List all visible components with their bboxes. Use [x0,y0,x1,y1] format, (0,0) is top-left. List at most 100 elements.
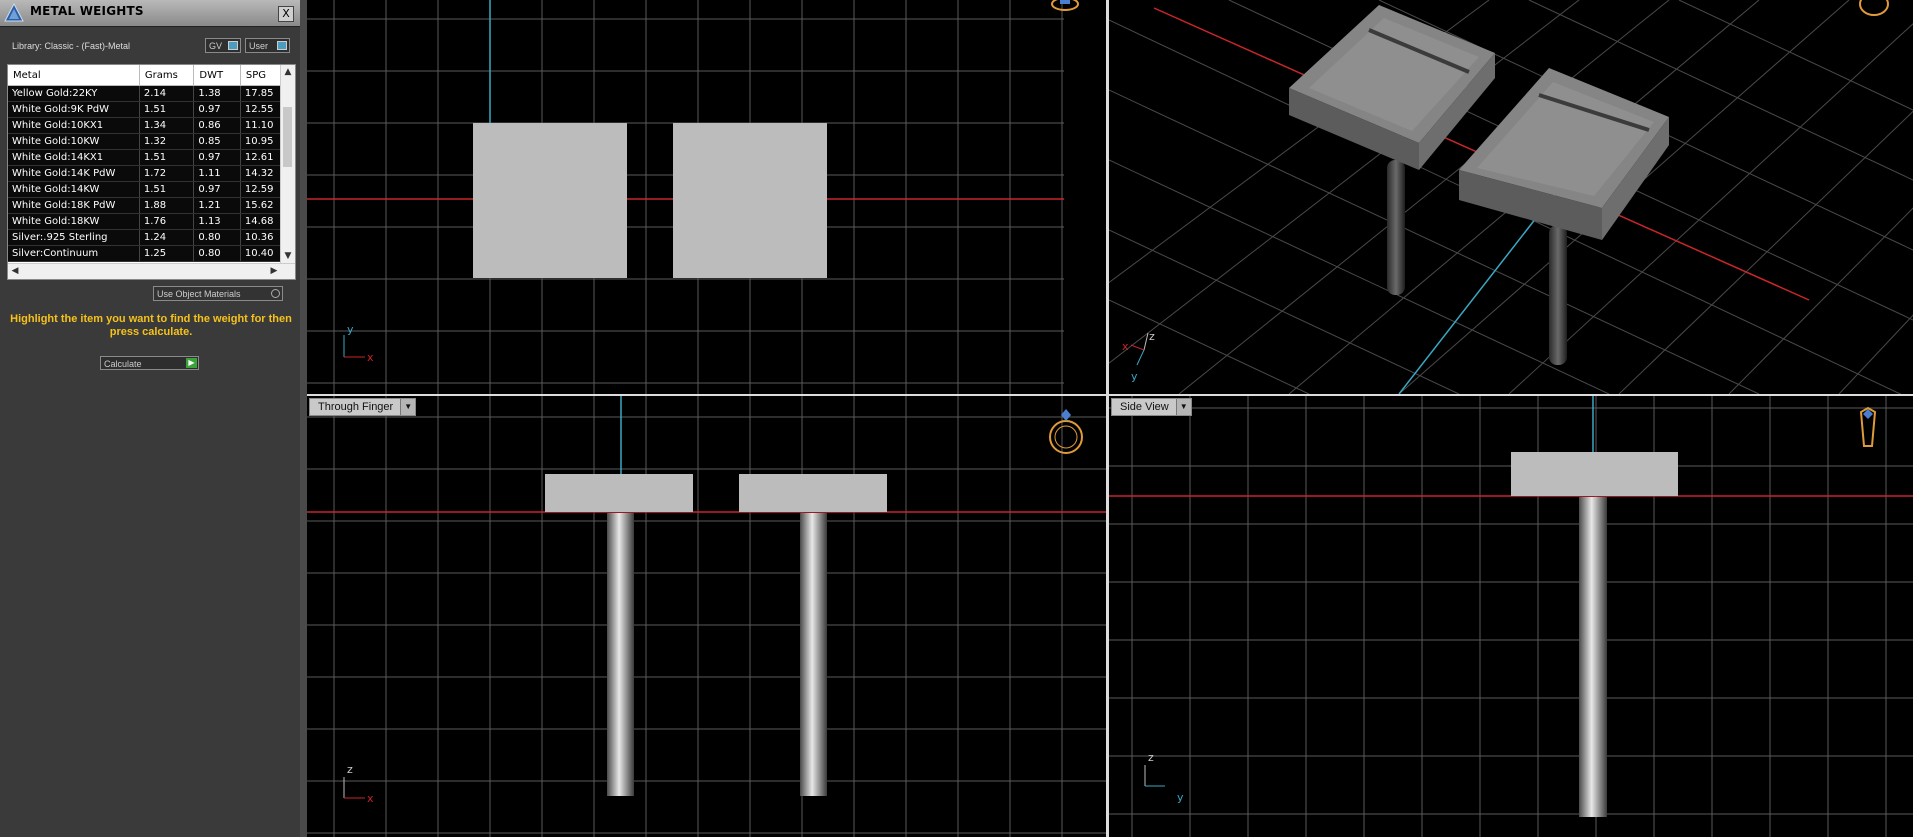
cell-dwt: 0.97 [193,101,241,118]
scroll-down-icon[interactable]: ▼ [281,249,295,263]
gv-label: GV [209,41,223,51]
cell-dwt: 1.11 [193,165,241,182]
viewport-perspective[interactable]: z x y [1109,0,1913,394]
scroll-up-icon[interactable]: ▲ [281,65,295,79]
view-selector-front[interactable]: Through Finger ▼ [309,398,417,416]
ring-orientation-icon[interactable] [1049,409,1083,454]
cell-dwt: 1.21 [193,197,241,214]
panel-separator[interactable] [300,0,307,837]
cell-grams: 1.88 [139,197,195,214]
axis-y-label: y [1131,370,1138,383]
column-header-dwt[interactable]: DWT [193,65,241,86]
play-icon: ▶ [186,358,197,368]
plate-left-3d[interactable] [1289,5,1495,170]
horizontal-scrollbar[interactable]: ◀ ▶ [8,263,295,279]
table-row[interactable]: White Gold:10KX1 1.34 0.86 11.10 [8,117,295,134]
plate-left[interactable] [545,474,693,512]
cell-metal: White Gold:14KW [8,181,140,198]
axis-x-label: x [1122,340,1129,353]
use-object-materials-option[interactable]: Use Object Materials [153,286,283,301]
column-header-metal[interactable]: Metal [8,65,140,86]
scroll-thumb[interactable] [283,107,292,167]
plate-right[interactable] [739,474,887,512]
gv-checkbox[interactable] [228,41,238,50]
table-row[interactable]: Silver:Continuum 1.25 0.80 10.40 [8,245,295,262]
user-toggle[interactable]: User [245,38,290,53]
front-view-canvas: z x [307,396,1106,837]
cell-metal: White Gold:10KW [8,133,140,150]
column-header-grams[interactable]: Grams [139,65,195,86]
axis-triad: z x y [1122,330,1155,383]
view-selector-side-label: Side View [1120,401,1169,413]
post[interactable] [1579,497,1607,817]
post-right[interactable] [1549,225,1567,365]
user-checkbox[interactable] [277,41,287,50]
axis-x-label: x [367,792,374,805]
table-row[interactable]: White Gold:10KW 1.32 0.85 10.95 [8,133,295,150]
cell-grams: 1.25 [139,245,195,262]
view-selector-side[interactable]: Side View ▼ [1111,398,1192,416]
table-row[interactable]: White Gold:18K PdW 1.88 1.21 15.62 [8,197,295,214]
cell-metal: White Gold:14KX1 [8,149,140,166]
plate[interactable] [1511,452,1678,496]
dropdown-arrow-icon[interactable]: ▼ [400,399,416,415]
cell-grams: 1.32 [139,133,195,150]
scroll-right-icon[interactable]: ▶ [267,264,281,279]
axis-triad: z y [1144,751,1184,804]
cell-metal: White Gold:9K PdW [8,101,140,118]
calculate-button[interactable]: Calculate ▶ [100,356,199,370]
table-row[interactable]: White Gold:14KX1 1.51 0.97 12.61 [8,149,295,166]
plate-right-3d[interactable] [1459,68,1669,240]
viewport-front[interactable]: z x Through Finger ▼ [307,396,1106,837]
table-row[interactable]: Silver:.925 Sterling 1.24 0.80 10.36 [8,229,295,246]
ring-orientation-icon[interactable] [1859,406,1877,447]
cell-dwt: 0.80 [193,229,241,246]
cell-dwt: 0.86 [193,117,241,134]
cell-grams: 1.51 [139,149,195,166]
close-icon[interactable]: X [278,6,294,22]
cell-dwt: 1.38 [193,85,241,102]
cell-metal: White Gold:14K PdW [8,165,140,182]
ring-orientation-icon[interactable] [1859,0,1889,16]
panel-title: METAL WEIGHTS [30,4,144,18]
vertical-scrollbar[interactable]: ▲ ▼ [280,65,295,263]
scroll-left-icon[interactable]: ◀ [8,264,22,279]
library-label: Library: Classic - (Fast)-Metal [12,41,131,51]
perspective-canvas: z x y [1109,0,1913,394]
post-left[interactable] [1387,160,1405,295]
viewport-splitter-horizontal[interactable] [307,394,1913,396]
table-row[interactable]: White Gold:18KW 1.76 1.13 14.68 [8,213,295,230]
cell-grams: 1.72 [139,165,195,182]
plate-left[interactable] [473,123,627,278]
table-row[interactable]: Yellow Gold:22KY 2.14 1.38 17.85 [8,85,295,102]
table-row[interactable]: White Gold:9K PdW 1.51 0.97 12.55 [8,101,295,118]
app-logo-icon [4,2,24,22]
side-view-canvas: z y [1109,396,1913,837]
cell-metal: Silver:Continuum [8,245,140,262]
axis-z-label: z [1148,751,1154,764]
grid [307,396,1106,837]
calculate-label: Calculate [104,359,142,369]
plate-right[interactable] [673,123,827,278]
cell-grams: 1.51 [139,181,195,198]
instruction-text: Highlight the item you want to find the … [10,313,292,338]
viewport-top[interactable]: y x [307,0,1106,394]
user-label: User [249,41,269,51]
panel-title-bar[interactable]: METAL WEIGHTS X [0,0,300,27]
cell-dwt: 0.80 [193,245,241,262]
viewport-side[interactable]: z y Side View ▼ [1109,396,1913,837]
dropdown-arrow-icon[interactable]: ▼ [1175,399,1191,415]
use-object-materials-label: Use Object Materials [157,289,241,299]
gv-toggle[interactable]: GV [205,38,241,53]
cell-dwt: 0.85 [193,133,241,150]
axis-z-label: z [347,763,353,776]
viewport-splitter-vertical[interactable] [1106,0,1109,837]
table-row[interactable]: White Gold:14K PdW 1.72 1.11 14.32 [8,165,295,182]
cell-grams: 2.14 [139,85,195,102]
post-left[interactable] [607,513,634,796]
table-row[interactable]: White Gold:14KW 1.51 0.97 12.59 [8,181,295,198]
cell-grams: 1.51 [139,101,195,118]
axis-triad: z x [343,763,374,805]
post-right[interactable] [800,513,827,796]
radio-icon[interactable] [271,289,280,298]
